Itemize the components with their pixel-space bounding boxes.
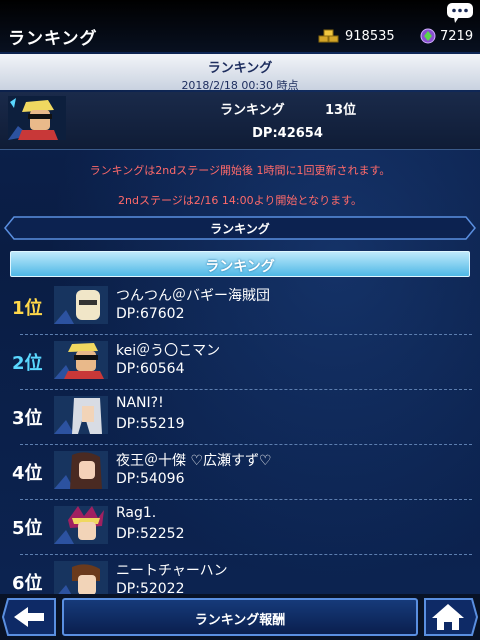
ranking-reward-label: ランキング報酬 (194, 613, 286, 628)
player-avatar (54, 451, 108, 489)
rank-number: 3位 (12, 408, 43, 429)
row-divider (20, 334, 472, 335)
tab-ranking-label: ランキング (205, 259, 275, 275)
player-dp: DP:52022 (116, 581, 185, 594)
gem-icon (420, 28, 436, 44)
ranking-list[interactable]: 1位 つんつん＠バギー海賊団 DP:67602 2位 kei＠う〇こマン DP:… (0, 282, 480, 594)
player-name: つんつん＠バギー海賊団 (116, 288, 270, 304)
player-dp: DP:60564 (116, 361, 185, 377)
player-dp: DP:54096 (116, 471, 185, 487)
row-divider (20, 554, 472, 555)
back-button[interactable] (2, 598, 56, 636)
home-button[interactable] (424, 598, 478, 636)
rank-number: 6位 (12, 573, 43, 594)
player-name: kei＠う〇こマン (116, 343, 221, 359)
player-name: Rag1. (116, 505, 157, 521)
update-notice: ランキングは2ndステージ開始後 1時間に1回更新されます。 (89, 164, 391, 177)
gem-count: 7219 (440, 29, 474, 44)
tab-ranking[interactable]: ランキング (10, 251, 470, 277)
player-dp: DP:67602 (116, 306, 185, 322)
gold-bars-icon (318, 29, 339, 43)
row-divider (20, 499, 472, 500)
rank-number: 5位 (12, 518, 43, 539)
banner-title: ランキング (207, 61, 273, 76)
player-dp: DP:55219 (116, 416, 185, 432)
my-ranking-panel: ランキング 13位 DP:42654 (0, 92, 480, 150)
stage-notice: 2ndステージは2/16 14:00より開始となります。 (118, 194, 362, 207)
screen-title: ランキング (8, 29, 98, 49)
ranking-row[interactable]: 1位 つんつん＠バギー海賊団 DP:67602 (0, 282, 480, 337)
player-avatar (54, 506, 108, 544)
chat-bubble-icon[interactable] (446, 2, 474, 24)
rank-number: 2位 (12, 353, 43, 374)
player-avatar (54, 286, 108, 324)
ranking-row[interactable]: 2位 kei＠う〇こマン DP:60564 (0, 337, 480, 392)
player-name: NANI?! (116, 395, 164, 411)
player-avatar (54, 561, 108, 594)
player-name: 夜王＠十傑 ♡広瀬すず♡ (116, 453, 272, 469)
player-dp: DP:52252 (116, 526, 185, 542)
banner-timestamp: 2018/2/18 00:30 時点 (181, 79, 299, 92)
ranking-reward-button[interactable]: ランキング報酬 (62, 598, 418, 636)
player-avatar (54, 396, 108, 434)
player-avatar (54, 341, 108, 379)
my-dp: DP:42654 (252, 126, 323, 141)
rank-number: 4位 (12, 463, 43, 484)
ranking-banner: ランキング 2018/2/18 00:30 時点 (0, 54, 480, 92)
ranking-row[interactable]: 4位 夜王＠十傑 ♡広瀬すず♡ DP:54096 (0, 447, 480, 502)
gold-count: 918535 (345, 29, 395, 44)
row-divider (20, 389, 472, 390)
my-rank-value: 13位 (325, 103, 357, 118)
section-header: ランキング (4, 216, 476, 240)
rank-number: 1位 (12, 298, 43, 319)
ranking-row[interactable]: 3位 NANI?! DP:55219 (0, 392, 480, 447)
row-divider (20, 444, 472, 445)
player-name: ニートチャーハン (116, 563, 228, 579)
top-bar: ランキング 918535 7219 (0, 0, 480, 52)
ranking-row[interactable]: 5位 Rag1. DP:52252 (0, 502, 480, 557)
my-rank-label: ランキング (220, 103, 285, 118)
ranking-row[interactable]: 6位 ニートチャーハン DP:52022 (0, 557, 480, 594)
section-header-label: ランキング (210, 222, 270, 236)
